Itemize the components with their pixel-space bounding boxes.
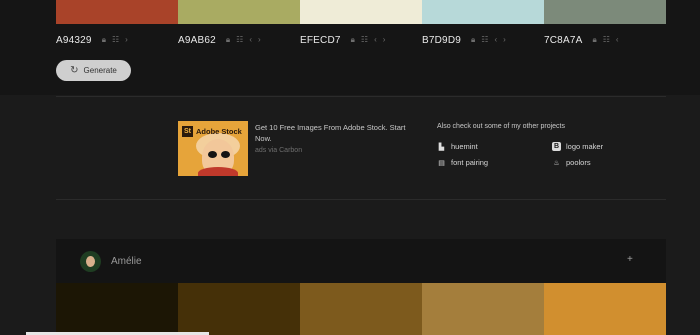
chevron-right-icon[interactable]: › bbox=[383, 35, 386, 45]
lock-icon[interactable]: 🔒︎ bbox=[102, 35, 106, 45]
color-swatch[interactable] bbox=[300, 0, 422, 24]
divider bbox=[56, 96, 666, 97]
color-swatch[interactable] bbox=[300, 283, 422, 335]
color-swatch[interactable] bbox=[178, 0, 300, 24]
generate-button[interactable]: ↻ Generate bbox=[56, 60, 131, 81]
color-label: A9AB62 🔒︎ ☷ ‹ › bbox=[178, 33, 300, 47]
project-link-huemint[interactable]: ▙ huemint bbox=[437, 142, 478, 151]
color-swatch[interactable] bbox=[422, 283, 544, 335]
font-pairing-icon: ▤ bbox=[438, 159, 445, 167]
projects-title: Also check out some of my other projects bbox=[437, 123, 565, 130]
chevron-left-icon[interactable]: ‹ bbox=[249, 35, 252, 45]
lock-icon[interactable]: 🔒︎ bbox=[471, 35, 475, 45]
lock-icon[interactable]: 🔒︎ bbox=[226, 35, 230, 45]
project-link-font-pairing[interactable]: ▤ font pairing bbox=[437, 158, 488, 167]
add-palette-button[interactable]: + bbox=[627, 254, 633, 265]
chevron-right-icon[interactable]: › bbox=[258, 35, 261, 45]
ad-image[interactable]: St Adobe Stock bbox=[178, 121, 248, 176]
color-swatch[interactable] bbox=[56, 283, 178, 335]
project-link-logo-maker[interactable]: B logo maker bbox=[552, 142, 603, 151]
lock-icon[interactable]: 🔒︎ bbox=[592, 35, 596, 45]
ad-text-link[interactable]: Get 10 Free Images From Adobe Stock. Sta… bbox=[255, 123, 410, 144]
project-link-poolors[interactable]: ♨ poolors bbox=[552, 158, 590, 167]
adjust-icon[interactable]: ☷ bbox=[603, 35, 610, 45]
current-palette: A94329 🔒︎ ☷ › A9AB62 🔒︎ ☷ ‹ › EFECD7 🔒︎ … bbox=[0, 0, 700, 95]
chevron-right-icon[interactable]: › bbox=[125, 35, 128, 45]
color-label: A94329 🔒︎ ☷ › bbox=[56, 33, 178, 47]
palette-card-swatches bbox=[56, 283, 666, 335]
color-swatch[interactable] bbox=[56, 0, 178, 24]
hex-code[interactable]: 7C8A7A bbox=[544, 35, 582, 46]
color-label: B7D9D9 🔒︎ ☷ ‹ › bbox=[422, 33, 544, 47]
hex-code[interactable]: B7D9D9 bbox=[422, 35, 461, 46]
generate-label: Generate bbox=[83, 66, 117, 75]
ad-via-link[interactable]: ads via Carbon bbox=[255, 147, 302, 154]
chevron-left-icon[interactable]: ‹ bbox=[374, 35, 377, 45]
poolors-icon: ♨ bbox=[553, 159, 560, 167]
logo-maker-icon: B bbox=[552, 142, 561, 151]
refresh-icon: ↻ bbox=[70, 65, 79, 76]
color-swatch[interactable] bbox=[422, 0, 544, 24]
color-swatch[interactable] bbox=[544, 283, 666, 335]
huemint-icon: ▙ bbox=[438, 143, 445, 151]
chevron-right-icon[interactable]: › bbox=[503, 35, 506, 45]
hex-code[interactable]: EFECD7 bbox=[300, 35, 341, 46]
color-label: EFECD7 🔒︎ ☷ ‹ › bbox=[300, 33, 422, 47]
adobe-stock-logo: St Adobe Stock bbox=[182, 126, 242, 137]
palette-labels: A94329 🔒︎ ☷ › A9AB62 🔒︎ ☷ ‹ › EFECD7 🔒︎ … bbox=[56, 33, 666, 47]
color-swatch[interactable] bbox=[544, 0, 666, 24]
divider bbox=[56, 199, 666, 200]
palette-card-header[interactable] bbox=[56, 239, 666, 283]
sunglasses-shape bbox=[208, 151, 232, 158]
avatar bbox=[80, 251, 101, 272]
chevron-left-icon[interactable]: ‹ bbox=[616, 35, 619, 45]
palette-name[interactable]: Amélie bbox=[111, 256, 142, 267]
adjust-icon[interactable]: ☷ bbox=[361, 35, 368, 45]
hex-code[interactable]: A9AB62 bbox=[178, 35, 216, 46]
adjust-icon[interactable]: ☷ bbox=[481, 35, 488, 45]
palette-swatches bbox=[56, 0, 666, 24]
adjust-icon[interactable]: ☷ bbox=[112, 35, 119, 45]
ad-body-shape bbox=[198, 167, 238, 176]
chevron-left-icon[interactable]: ‹ bbox=[494, 35, 497, 45]
adjust-icon[interactable]: ☷ bbox=[236, 35, 243, 45]
hex-code[interactable]: A94329 bbox=[56, 35, 92, 46]
color-label: 7C8A7A 🔒︎ ☷ ‹ bbox=[544, 33, 666, 47]
color-swatch[interactable] bbox=[178, 283, 300, 335]
lock-icon[interactable]: 🔒︎ bbox=[351, 35, 355, 45]
